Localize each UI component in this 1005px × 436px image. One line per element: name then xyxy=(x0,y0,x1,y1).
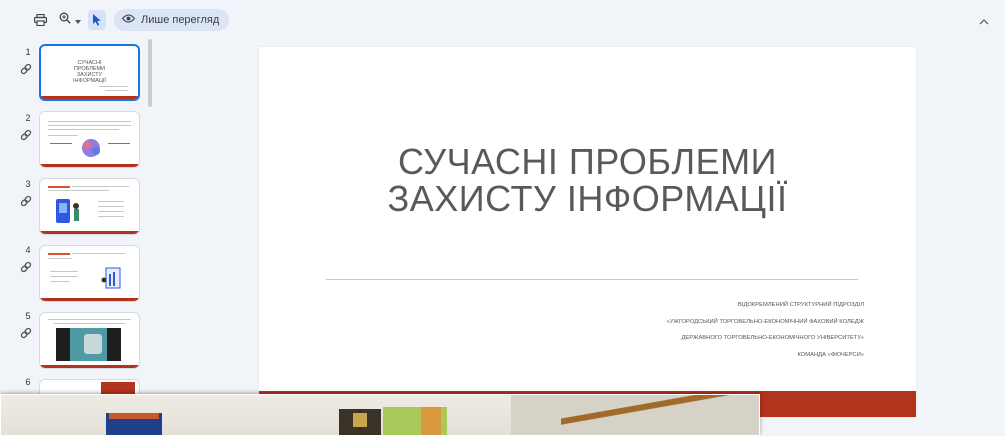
thumbnail-text xyxy=(98,216,124,217)
slide-thumbnail[interactable] xyxy=(39,178,140,235)
slide-info: ВІДОКРЕМЛЕНИЙ СТРУКТУРНИЙ ПІДРОЗДІЛ «УЖГ… xyxy=(666,297,864,363)
thumbnail-illustration xyxy=(56,199,79,223)
slide-title-line: СУЧАСНІ ПРОБЛЕМИ xyxy=(397,141,778,182)
overlay-photo xyxy=(0,394,760,436)
thumbnail-accent-bar xyxy=(40,164,139,167)
info-line: «УЖГОРОДСЬКИЙ ТОРГОВЕЛЬНО-ЕКОНОМІЧНИЙ ФА… xyxy=(666,318,864,325)
thumbnail-text xyxy=(99,86,128,87)
view-only-badge[interactable]: Лише перегляд xyxy=(114,9,230,31)
thumbnail-text xyxy=(98,211,124,212)
thumbnail-text xyxy=(54,323,125,324)
thumbnail-text xyxy=(48,135,78,136)
link-icon[interactable] xyxy=(20,194,34,208)
slide-number: 1 xyxy=(25,47,31,57)
thumbnail-text xyxy=(48,121,131,122)
thumbnail-accent-bar xyxy=(41,96,138,99)
info-line: ВІДОКРЕМЛЕНИЙ СТРУКТУРНИЙ ПІДРОЗДІЛ xyxy=(738,302,864,308)
slide-canvas: СУЧАСНІ ПРОБЛЕМИ ЗАХИСТУ ІНФОРМАЦІЇ ВІДО… xyxy=(259,47,916,417)
thumbnail-accent-bar xyxy=(40,365,139,368)
info-line: КОМАНДА «ФЮЧЕРСИ» xyxy=(797,351,864,358)
link-icon[interactable] xyxy=(20,260,34,274)
thumbnail-illustration xyxy=(101,267,121,289)
thumbnail-text xyxy=(48,129,119,130)
thumbnail-accent xyxy=(48,186,70,188)
thumbnail-scrollbar[interactable] xyxy=(148,39,152,107)
slide-number: 2 xyxy=(25,113,31,123)
link-icon[interactable] xyxy=(20,326,34,340)
thumbnail-text xyxy=(105,90,128,91)
slide-number: 3 xyxy=(25,179,31,189)
cursor-icon[interactable] xyxy=(88,10,106,30)
presentation-viewer: Лише перегляд 1 2 3 4 5 6 СУЧАСНІ ПРОБЛЕ… xyxy=(0,0,1005,436)
chevron-up-icon[interactable] xyxy=(979,12,991,25)
chevron-down-icon xyxy=(75,11,81,29)
zoom-button[interactable] xyxy=(56,9,84,31)
thumbnail-text xyxy=(98,206,124,207)
thumbnail-text xyxy=(48,190,109,191)
thumbnail-accent xyxy=(50,143,72,144)
thumbnail-text xyxy=(72,186,129,187)
info-line: ДЕРЖАВНОГО ТОРГОВЕЛЬНО-ЕКОНОМІЧНОГО УНІВ… xyxy=(681,335,864,341)
thumbnail-accent-bar xyxy=(40,298,139,301)
slide-thumbnail[interactable]: СУЧАСНІ ПРОБЛЕМИ ЗАХИСТУ ІНФОРМАЦІЇ xyxy=(39,44,140,101)
slide-thumbnail[interactable] xyxy=(39,111,140,168)
slide-thumbnail[interactable] xyxy=(39,245,140,302)
slide-thumbnail[interactable] xyxy=(39,312,140,369)
thumbnail-accent-bar xyxy=(40,231,139,234)
slide-number: 5 xyxy=(25,311,31,321)
thumbnail-accent xyxy=(48,253,70,255)
thumbnail-accent xyxy=(108,143,130,144)
thumbnail-illustration xyxy=(82,139,100,157)
print-icon[interactable] xyxy=(30,9,50,31)
slide-number: 6 xyxy=(25,377,31,387)
slide-title-line: ЗАХИСТУ ІНФОРМАЦІЇ xyxy=(387,178,788,219)
link-icon[interactable] xyxy=(20,62,34,76)
link-icon[interactable] xyxy=(20,128,34,142)
thumbnail-text xyxy=(48,258,72,259)
thumbnail-video xyxy=(56,328,121,361)
thumbnail-text xyxy=(48,319,131,320)
thumbnail-text xyxy=(50,281,70,282)
thumbnail-title: СУЧАСНІ ПРОБЛЕМИ ЗАХИСТУ ІНФОРМАЦІЇ xyxy=(73,60,106,84)
view-only-label: Лише перегляд xyxy=(141,14,220,26)
toolbar: Лише перегляд xyxy=(0,0,1005,40)
eye-icon xyxy=(121,14,136,26)
slide-title: СУЧАСНІ ПРОБЛЕМИ ЗАХИСТУ ІНФОРМАЦІЇ xyxy=(259,143,916,217)
thumbnail-text xyxy=(50,271,78,272)
slide-divider xyxy=(326,279,858,280)
thumbnail-text xyxy=(50,276,78,277)
thumbnail-text xyxy=(98,201,124,202)
zoom-icon xyxy=(59,11,71,29)
thumbnail-text xyxy=(72,253,125,254)
thumbnail-text xyxy=(48,125,131,126)
slide-number: 4 xyxy=(25,245,31,255)
